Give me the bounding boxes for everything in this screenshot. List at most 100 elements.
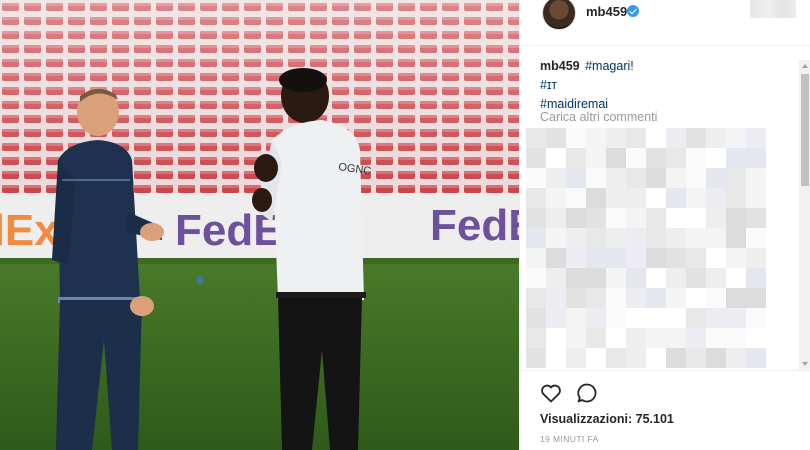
blurred-pixel	[546, 168, 566, 188]
blurred-pixel	[606, 328, 626, 348]
post-timestamp[interactable]: 19 MINUTI FA	[540, 434, 599, 444]
post-photo: dEx FedEx FedEx OGNC	[0, 0, 519, 450]
blurred-pixel	[626, 128, 646, 148]
blurred-pixel	[586, 228, 606, 248]
blurred-pixel	[726, 348, 746, 368]
blurred-pixel	[586, 168, 606, 188]
blurred-pixel	[706, 228, 726, 248]
post-media[interactable]: dEx FedEx FedEx OGNC	[0, 0, 519, 450]
blurred-pixel	[666, 268, 686, 288]
blurred-pixel	[726, 208, 746, 228]
blurred-pixel	[706, 248, 726, 268]
blurred-pixel	[706, 288, 726, 308]
comments-scrollbar[interactable]	[799, 60, 810, 370]
blurred-pixel	[686, 168, 706, 188]
views-label: Visualizzazioni:	[540, 412, 633, 426]
blurred-pixel	[646, 128, 666, 148]
blurred-pixel	[666, 328, 686, 348]
heart-icon[interactable]	[539, 381, 563, 405]
blurred-pixel	[746, 328, 766, 348]
blurred-pixel	[646, 328, 666, 348]
blurred-pixel	[746, 308, 766, 328]
blurred-pixel	[646, 168, 666, 188]
blurred-pixel	[666, 228, 686, 248]
blurred-pixel	[626, 268, 646, 288]
blurred-pixel	[706, 268, 726, 288]
blurred-pixel	[626, 228, 646, 248]
blurred-pixel	[746, 168, 766, 188]
comment-bubble-icon[interactable]	[575, 381, 599, 405]
avatar[interactable]	[542, 0, 576, 30]
blurred-pixel	[566, 168, 586, 188]
blurred-pixel	[626, 208, 646, 228]
blurred-pixel	[546, 148, 566, 168]
blurred-pixel	[726, 168, 746, 188]
svg-text:FedEx: FedEx	[430, 201, 519, 250]
blurred-pixel	[606, 288, 626, 308]
blurred-pixel	[526, 208, 546, 228]
blurred-pixel	[746, 148, 766, 168]
scroll-up-arrow-icon[interactable]	[802, 64, 808, 68]
verified-badge-icon	[627, 5, 639, 17]
blurred-pixel	[686, 128, 706, 148]
scroll-down-arrow-icon[interactable]	[802, 362, 808, 366]
blurred-pixel	[746, 188, 766, 208]
blurred-pixel	[686, 248, 706, 268]
blurred-pixel	[686, 188, 706, 208]
blurred-pixel	[646, 248, 666, 268]
blurred-pixel	[706, 308, 726, 328]
blurred-pixel	[686, 288, 706, 308]
blurred-pixel	[626, 248, 646, 268]
blurred-pixel	[706, 208, 726, 228]
blurred-pixel	[546, 228, 566, 248]
blurred-pixel	[686, 228, 706, 248]
blurred-pixel	[666, 188, 686, 208]
views-count: Visualizzazioni: 75.101	[540, 412, 674, 426]
load-more-comments-link[interactable]: Carica altri commenti	[540, 110, 657, 124]
blurred-pixel	[666, 148, 686, 168]
blurred-pixel	[606, 148, 626, 168]
blurred-pixel	[526, 328, 546, 348]
blurred-pixel	[686, 308, 706, 328]
scrollbar-thumb[interactable]	[801, 74, 809, 186]
blurred-pixel	[746, 248, 766, 268]
hashtag-it[interactable]: #ɪᴛ	[540, 78, 557, 92]
header-username[interactable]: mb459	[586, 4, 627, 19]
blurred-pixel	[526, 268, 546, 288]
blurred-pixel	[546, 288, 566, 308]
blurred-pixel	[646, 308, 666, 328]
blurred-pixel	[526, 168, 546, 188]
blurred-pixel	[646, 268, 666, 288]
blurred-pixel	[526, 148, 546, 168]
blurred-pixel	[586, 308, 606, 328]
blurred-pixel	[526, 228, 546, 248]
hashtag-maidiremai[interactable]: #maidiremai	[540, 97, 608, 111]
blurred-pixel	[586, 268, 606, 288]
blurred-pixel	[606, 208, 626, 228]
blurred-pixel	[726, 288, 746, 308]
blurred-pixel	[746, 208, 766, 228]
blurred-pixel	[626, 328, 646, 348]
blurred-pixel	[546, 128, 566, 148]
hashtag-magari[interactable]: #magari!	[585, 59, 634, 73]
blurred-pixel	[546, 188, 566, 208]
blurred-pixel	[726, 248, 746, 268]
blurred-pixel	[706, 168, 726, 188]
blurred-pixel	[646, 288, 666, 308]
blurred-pixel	[746, 268, 766, 288]
blurred-pixel	[606, 248, 626, 268]
blurred-pixel	[586, 348, 606, 368]
blurred-pixel	[646, 348, 666, 368]
blurred-pixel	[606, 348, 626, 368]
caption-author[interactable]: mb459	[540, 59, 580, 73]
blurred-pixel	[566, 128, 586, 148]
blurred-pixel	[706, 148, 726, 168]
blurred-pixel	[726, 188, 746, 208]
blurred-pixel	[566, 148, 586, 168]
post-sidebar: mb459 mb459 #magari! #ɪᴛ #maidiremai Car…	[519, 0, 810, 450]
blurred-pixel	[726, 268, 746, 288]
blurred-pixel	[666, 348, 686, 368]
blurred-pixel	[606, 188, 626, 208]
blurred-pixel	[706, 188, 726, 208]
follow-button-blurred[interactable]	[750, 0, 796, 18]
